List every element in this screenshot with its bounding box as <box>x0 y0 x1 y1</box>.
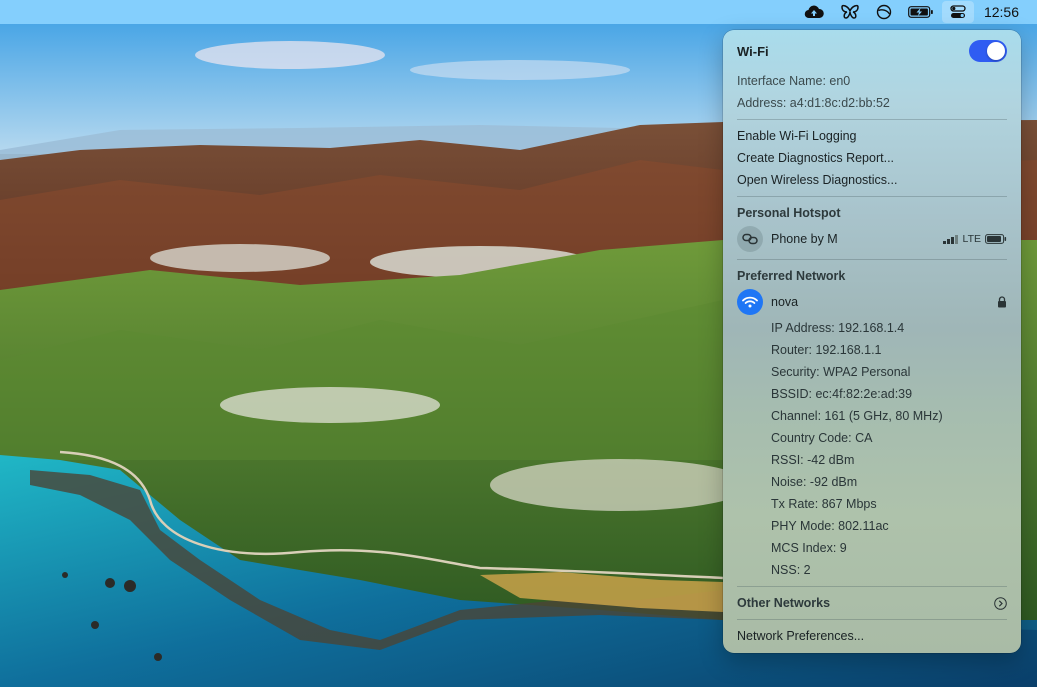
divider <box>737 619 1007 620</box>
ip-address: IP Address: 192.168.1.4 <box>771 321 905 335</box>
control-center-icon[interactable] <box>941 1 974 23</box>
create-diagnostics-report-item[interactable]: Create Diagnostics Report... <box>737 147 1007 169</box>
interface-name: Interface Name: en0 <box>737 74 851 88</box>
phy-mode: PHY Mode: 802.11ac <box>771 519 889 533</box>
other-networks-item[interactable]: Other Networks <box>737 592 1007 614</box>
network-type: LTE <box>962 233 981 245</box>
tx-rate: Tx Rate: 867 Mbps <box>771 497 877 511</box>
personal-hotspot-header: Personal Hotspot <box>737 206 841 220</box>
butterfly-icon[interactable] <box>832 0 868 24</box>
network-preferences-item[interactable]: Network Preferences... <box>737 625 1007 647</box>
hotspot-name: Phone by M <box>771 232 838 246</box>
do-not-disturb-icon[interactable] <box>868 0 900 24</box>
link-icon <box>737 226 763 252</box>
wifi-header: Wi-Fi <box>737 30 1007 70</box>
wifi-icon <box>737 289 763 315</box>
country-code: Country Code: CA <box>771 431 873 445</box>
menu-bar: 12:56 <box>0 0 1037 24</box>
preferred-network-item[interactable]: nova <box>737 287 1007 317</box>
toggle-knob <box>987 42 1005 60</box>
noise: Noise: -92 dBm <box>771 475 858 489</box>
router: Router: 192.168.1.1 <box>771 343 882 357</box>
wifi-title: Wi-Fi <box>737 43 769 59</box>
cloud-upload-icon[interactable] <box>796 0 832 24</box>
divider <box>737 119 1007 120</box>
security: Security: WPA2 Personal <box>771 365 911 379</box>
other-networks-label: Other Networks <box>737 596 831 610</box>
preferred-network-header: Preferred Network <box>737 269 846 283</box>
open-wireless-diagnostics-item[interactable]: Open Wireless Diagnostics... <box>737 169 1007 191</box>
cellular-signal-icon <box>942 234 958 244</box>
battery-icon <box>985 234 1007 244</box>
lock-icon <box>998 296 1006 308</box>
hotspot-status: LTE <box>942 233 1007 245</box>
wifi-toggle[interactable] <box>969 40 1007 62</box>
bssid: BSSID: ec:4f:82:2e:ad:39 <box>771 387 913 401</box>
mcs-index: MCS Index: 9 <box>771 541 847 555</box>
mac-address: Address: a4:d1:8c:d2:bb:52 <box>737 96 890 110</box>
wifi-menu-panel: Wi-Fi Interface Name: en0 Address: a4:d1… <box>723 30 1021 653</box>
enable-wifi-logging-item[interactable]: Enable Wi-Fi Logging <box>737 125 1007 147</box>
divider <box>737 196 1007 197</box>
nss: NSS: 2 <box>771 563 811 577</box>
battery-charging-icon[interactable] <box>900 0 942 24</box>
hotspot-item[interactable]: Phone by M LTE <box>737 224 1007 254</box>
network-name: nova <box>771 295 799 309</box>
divider <box>737 259 1007 260</box>
menu-bar-clock[interactable]: 12:56 <box>974 4 1027 20</box>
chevron-right-circle-icon[interactable] <box>994 596 1007 610</box>
channel: Channel: 161 (5 GHz, 80 MHz) <box>771 409 943 423</box>
rssi: RSSI: -42 dBm <box>771 453 855 467</box>
divider <box>737 586 1007 587</box>
